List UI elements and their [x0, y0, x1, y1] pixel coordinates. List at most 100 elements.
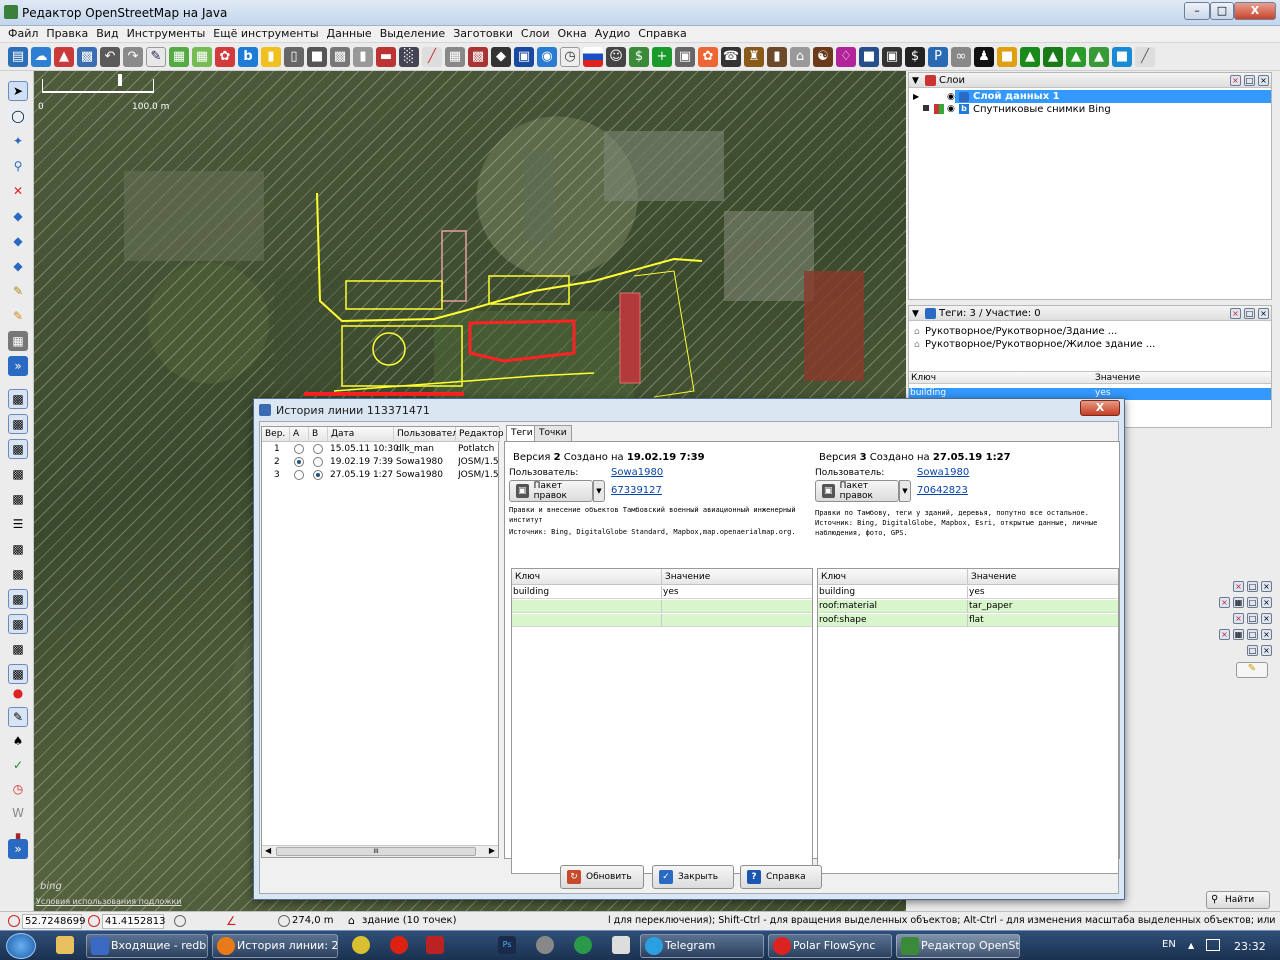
preset-sign-icon[interactable]: ▣ [514, 46, 534, 67]
preset-wall-icon[interactable]: ▬ [376, 46, 396, 67]
col-value-header[interactable]: Значение [662, 569, 812, 585]
scroll-thumb[interactable]: III [276, 847, 476, 856]
opacity-icon[interactable] [934, 104, 944, 114]
menu-selection[interactable]: Выделение [376, 26, 450, 40]
preset-castle-icon[interactable]: ♜ [744, 46, 764, 67]
visibility-eye-icon[interactable]: ◉ [947, 92, 955, 102]
preset-fence-icon[interactable]: ░ [399, 46, 419, 67]
preset-clock-icon[interactable]: ◷ [560, 46, 580, 67]
refresh-button[interactable]: ↻ Обновить [560, 865, 644, 889]
task-telegram[interactable]: Telegram [640, 934, 764, 958]
layer-row-bing[interactable]: Спутниковые снимки Bing [973, 103, 1271, 116]
panel-minimize-icon[interactable]: × [1261, 645, 1272, 656]
panel-close-icon[interactable]: × [1233, 581, 1244, 592]
network-icon[interactable] [1206, 939, 1220, 951]
split-way-icon[interactable]: ◆ [8, 206, 28, 226]
toggle-layers-icon[interactable]: ▩ [8, 389, 28, 409]
plugin-icon[interactable]: ✿ [215, 46, 235, 67]
preset-factory-icon[interactable]: ▮ [767, 46, 787, 67]
preset-forest-icon[interactable]: ▲ [1043, 46, 1063, 67]
notepad-icon[interactable] [612, 936, 630, 954]
language-indicator[interactable]: EN [1162, 939, 1176, 950]
preset-tower-icon[interactable]: ■ [307, 46, 327, 67]
zoom-tool-icon[interactable]: ⚲ [8, 156, 28, 176]
menu-more-tools[interactable]: Ещё инструменты [209, 26, 322, 40]
preset-brick-icon[interactable]: ▩ [468, 46, 488, 67]
upload-icon[interactable]: ▲ [54, 46, 74, 67]
radio-a[interactable] [294, 470, 304, 480]
menu-edit[interactable]: Правка [42, 26, 92, 40]
version-row-3[interactable]: 3 27.05.19 1:27 Sowa1980 JOSM/1.5 ( [262, 469, 498, 481]
visibility-eye-icon[interactable]: ◉ [947, 104, 955, 114]
left-changeset-link[interactable]: 67339127 [611, 485, 662, 496]
toggle-changesets-icon[interactable]: ▩ [8, 589, 28, 609]
radio-b[interactable] [313, 444, 323, 454]
preset-grass-icon[interactable]: ▲ [1066, 46, 1086, 67]
preset-globe-icon[interactable]: ◉ [537, 46, 557, 67]
edit-pencil-button[interactable]: ✎ [1236, 662, 1268, 678]
preset-house-icon[interactable]: ⌂ [790, 46, 810, 67]
menu-view[interactable]: Вид [92, 26, 122, 40]
redo-icon[interactable]: ↷ [123, 46, 143, 67]
preset-flag-icon[interactable] [583, 46, 603, 67]
col-key-header[interactable]: Ключ [911, 373, 936, 383]
toggle-dog-icon[interactable]: ♠ [8, 731, 28, 751]
task-josm[interactable]: Редактор OpenStr... [896, 934, 1020, 958]
version-row-1[interactable]: 1 15.05.11 10:30 dlk_man Potlatch 2 [262, 443, 498, 455]
scroll-right-icon[interactable]: ▶ [489, 846, 495, 855]
scroll-left-icon[interactable]: ◀ [265, 846, 271, 855]
panel-detach-icon[interactable]: □ [1244, 308, 1255, 319]
layer-row-data[interactable]: Слой данных 1 [955, 90, 1271, 103]
tag-row-added[interactable]: roof:shape flat [818, 614, 1118, 627]
lasso-tool-icon[interactable]: ◯ [8, 106, 28, 126]
preset-parking-icon[interactable]: P [928, 46, 948, 67]
tray-arrow-icon[interactable]: ▲ [1188, 941, 1194, 950]
map-pin-icon[interactable]: ● [8, 683, 28, 703]
draw-nodes-icon[interactable]: ✦ [8, 131, 28, 151]
toggle-authors-icon[interactable]: ▩ [8, 614, 28, 634]
close-button[interactable]: ✓ Закрыть [652, 865, 734, 889]
toggle-notes-icon[interactable]: ▩ [8, 639, 28, 659]
opera-icon[interactable] [390, 936, 408, 954]
expand-icon[interactable]: ▶ [913, 92, 919, 101]
panel-close-icon[interactable]: × [1230, 308, 1241, 319]
radio-b[interactable] [313, 457, 323, 467]
col-value-header[interactable]: Значение [1095, 373, 1140, 383]
settings-icon[interactable] [536, 936, 554, 954]
menu-presets[interactable]: Заготовки [449, 26, 517, 40]
start-button[interactable] [6, 933, 36, 959]
tab-tags[interactable]: Теги [506, 425, 538, 442]
col-b[interactable]: B [309, 427, 328, 442]
preset-link-icon[interactable]: ∞ [951, 46, 971, 67]
toggle-properties-icon[interactable]: ▩ [8, 414, 28, 434]
preset-gate-icon[interactable]: ▩ [330, 46, 350, 67]
panel-detach-icon[interactable]: □ [1247, 597, 1258, 608]
left-changeset-button[interactable]: ▣ Пакет правок [509, 480, 593, 502]
download-icon[interactable]: ☁ [31, 46, 51, 67]
collapse-icon[interactable]: ▼ [912, 307, 919, 322]
col-editor[interactable]: Редактор [456, 427, 504, 442]
col-value-header[interactable]: Значение [968, 569, 1118, 585]
preset-food-icon[interactable]: ☯ [813, 46, 833, 67]
col-key-header[interactable]: Ключ [818, 569, 968, 585]
preset-health-icon[interactable]: + [652, 46, 672, 67]
select-tool-icon[interactable]: ➤ [8, 81, 28, 101]
col-key-header[interactable]: Ключ [512, 569, 662, 585]
panel-close-icon[interactable]: × [1233, 613, 1244, 624]
undo-icon[interactable]: ↶ [100, 46, 120, 67]
tag-row-added[interactable] [512, 600, 812, 613]
chevron-down-icon[interactable]: ▼ [899, 480, 911, 502]
menu-layers[interactable]: Слои [517, 26, 554, 40]
toggle-users-icon[interactable]: ▩ [8, 464, 28, 484]
panel-minimize-icon[interactable]: × [1258, 308, 1269, 319]
right-changeset-link[interactable]: 70642823 [917, 485, 968, 496]
col-a[interactable]: A [290, 427, 309, 442]
toggle-measure-icon[interactable]: ✎ [8, 707, 28, 727]
menu-audio[interactable]: Аудио [591, 26, 635, 40]
preset-clothes-icon[interactable]: ■ [859, 46, 879, 67]
panel-detach-icon[interactable]: □ [1244, 75, 1255, 86]
tms-icon[interactable]: ▦ [192, 46, 212, 67]
menu-file[interactable]: Файл [0, 26, 42, 40]
tag-row[interactable]: building yes [818, 586, 1118, 599]
combine-way-icon[interactable]: ◆ [8, 231, 28, 251]
